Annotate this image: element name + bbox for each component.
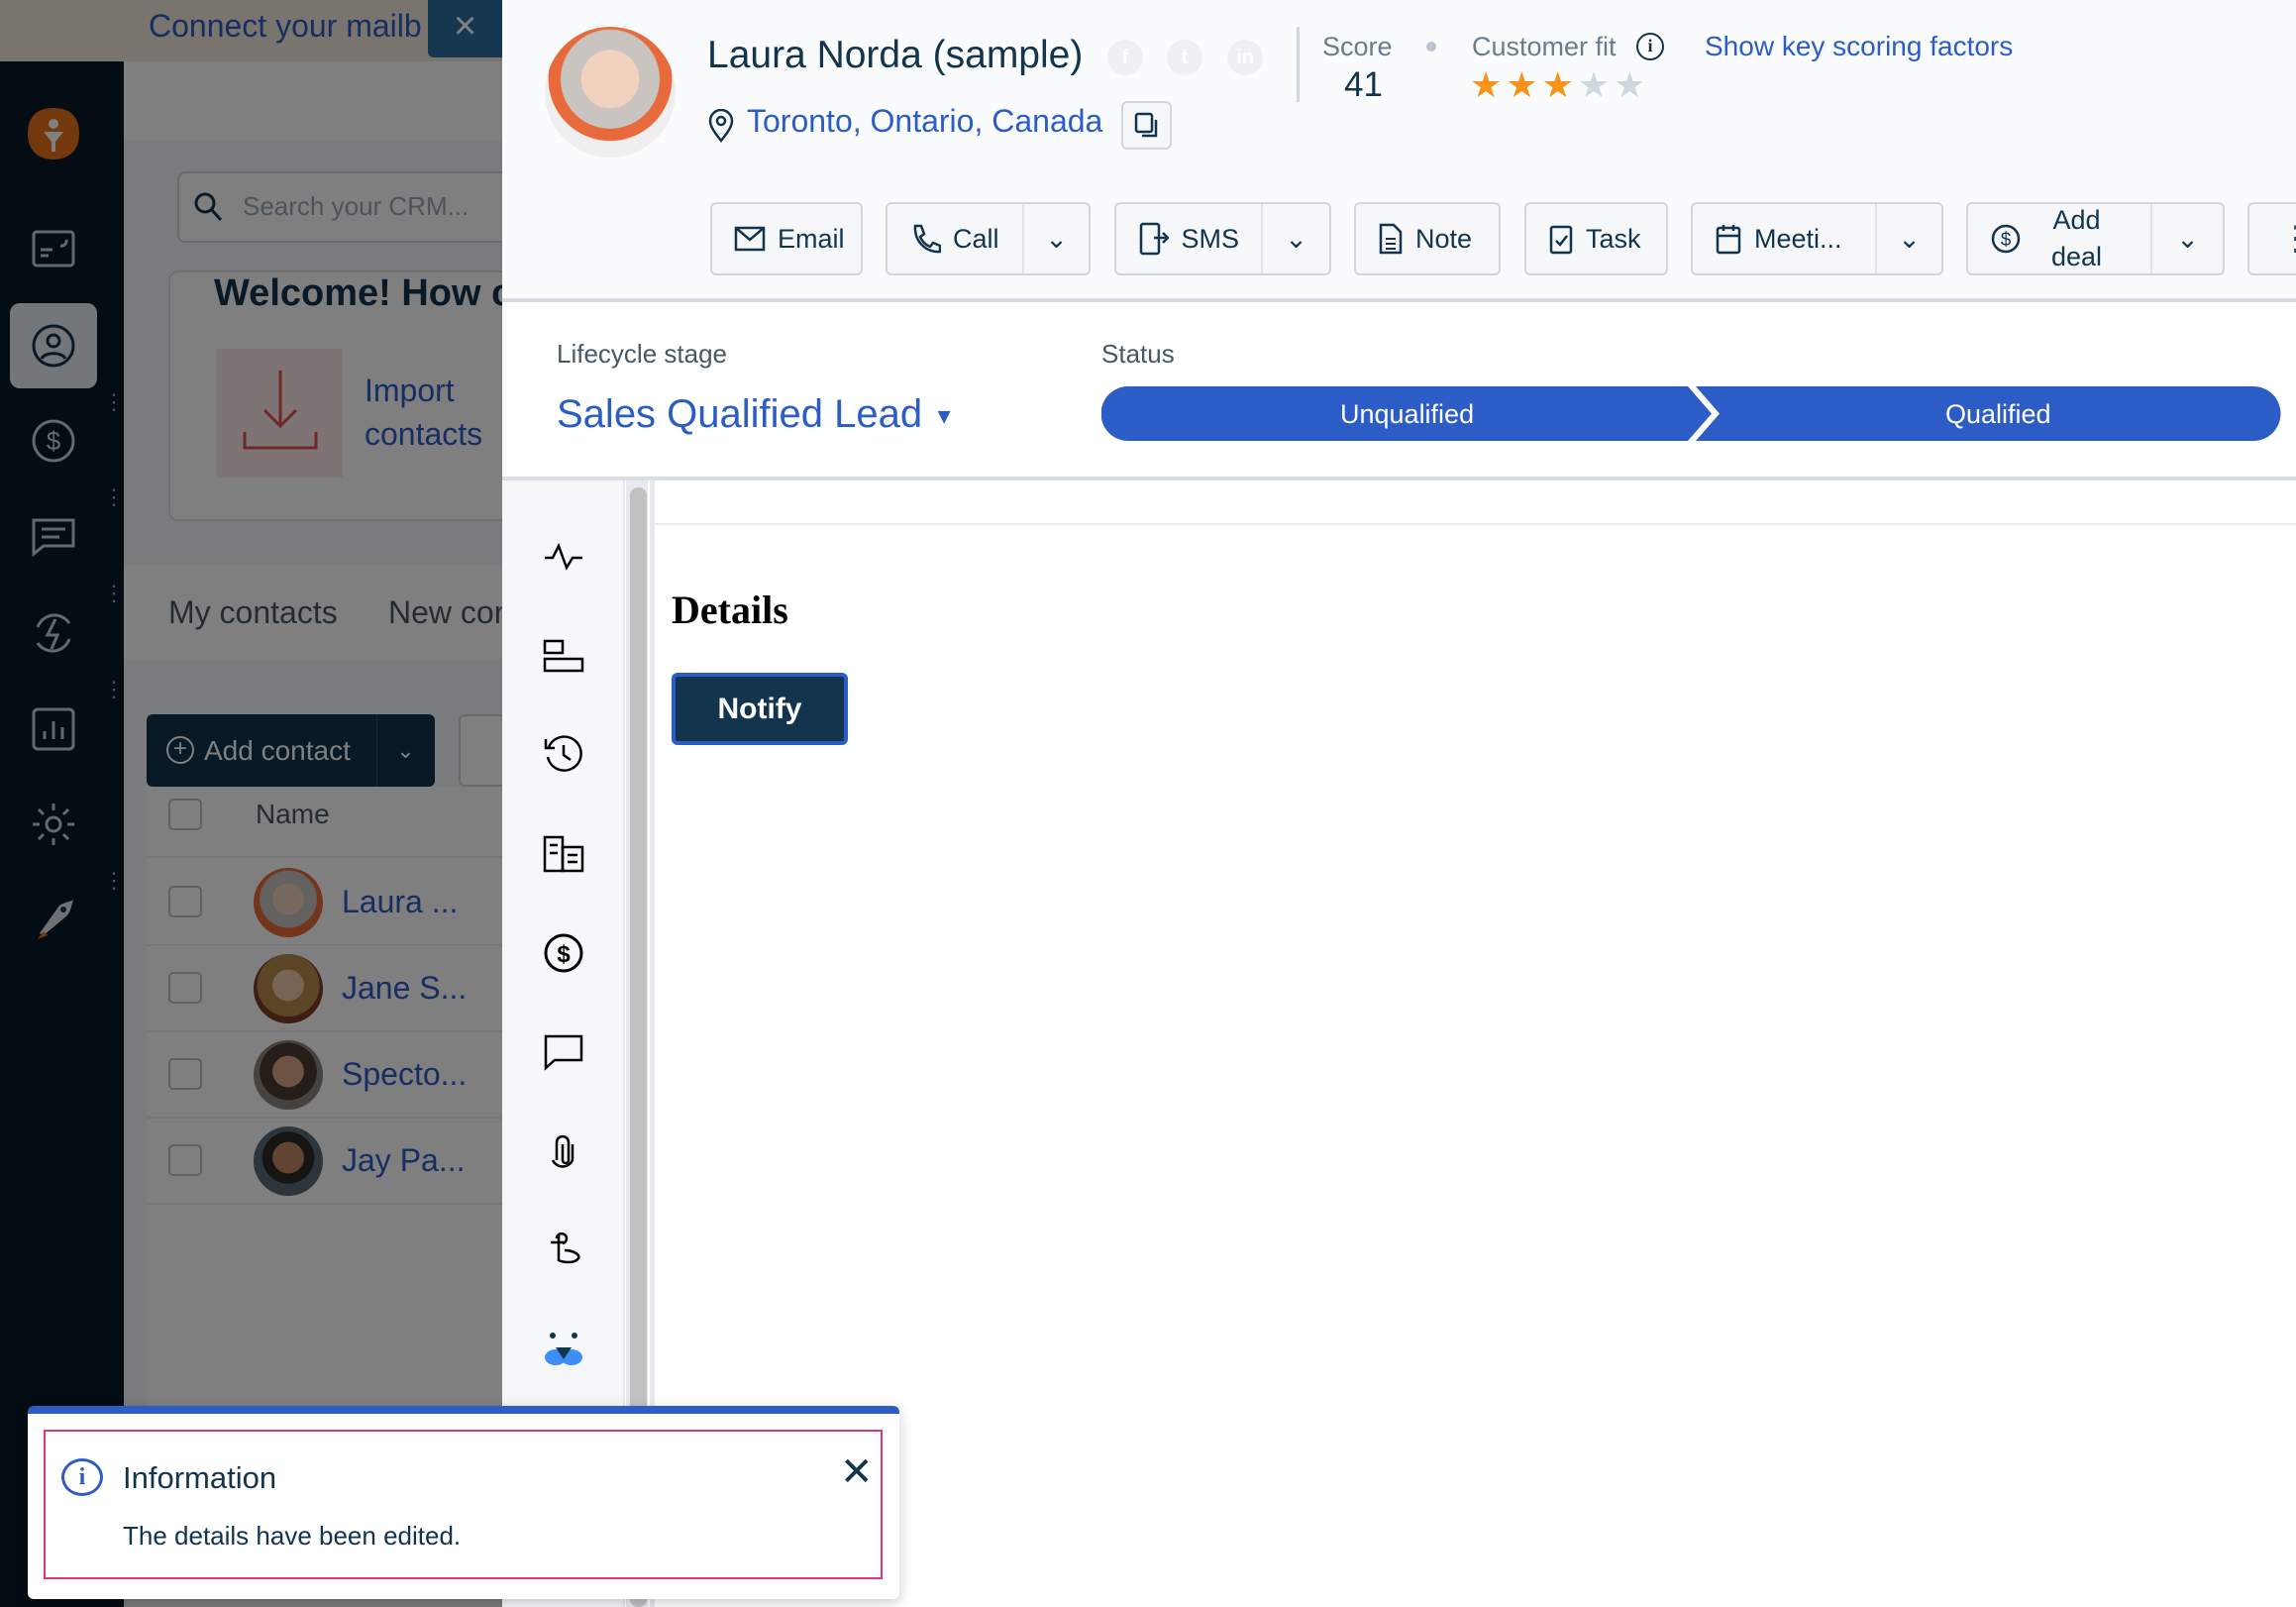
notify-button[interactable]: Notify xyxy=(672,673,848,745)
customer-fit-stars: ★ ★ ★ ★ ★ xyxy=(1470,67,1645,103)
info-icon: i xyxy=(61,1458,103,1496)
attachment-icon[interactable] xyxy=(543,1130,584,1172)
status-label: Status xyxy=(1101,339,1175,369)
sms-button[interactable]: SMS ⌄ xyxy=(1114,202,1331,275)
freddy-ai-icon[interactable] xyxy=(543,1328,584,1369)
task-button[interactable]: Task xyxy=(1524,202,1668,275)
chat-icon[interactable] xyxy=(543,1030,584,1072)
location-pin-icon xyxy=(708,109,734,143)
copy-button[interactable] xyxy=(1121,101,1172,150)
contact-name: Laura Norda (sample) xyxy=(707,34,1084,76)
score-label: Score xyxy=(1322,32,1393,61)
phone-icon xyxy=(913,224,941,254)
deals-icon[interactable]: $ xyxy=(543,932,584,974)
lifecycle-stage-dropdown[interactable]: Sales Qualified Lead ▼ xyxy=(557,392,955,437)
caret-down-icon: ▼ xyxy=(933,403,956,429)
lifecycle-stage-label: Lifecycle stage xyxy=(557,339,727,369)
customer-fit-label: Customer fit xyxy=(1472,32,1617,61)
linkedin-icon[interactable]: in xyxy=(1227,40,1263,75)
star-filled-icon: ★ xyxy=(1541,64,1574,105)
status-pipeline xyxy=(1101,386,2281,441)
star-empty-icon: ★ xyxy=(1577,64,1611,105)
note-icon xyxy=(1379,223,1403,255)
meeting-button[interactable]: Meeti... ⌄ xyxy=(1691,202,1943,275)
chevron-down-icon[interactable]: ⌄ xyxy=(1022,204,1089,273)
contact-location-link[interactable]: Toronto, Ontario, Canada xyxy=(747,103,1102,140)
email-icon xyxy=(734,226,766,252)
email-button[interactable]: Email xyxy=(710,202,863,275)
copy-icon xyxy=(1134,112,1157,137)
details-heading: Details xyxy=(672,588,788,632)
contact-avatar xyxy=(545,27,676,158)
chevron-down-icon[interactable]: ⌄ xyxy=(1261,204,1329,273)
facebook-icon[interactable]: f xyxy=(1107,40,1143,75)
show-scoring-factors-link[interactable]: Show key scoring factors xyxy=(1705,31,2013,62)
sms-icon xyxy=(1139,222,1170,256)
layout-icon[interactable] xyxy=(543,635,584,677)
chevron-down-icon[interactable]: ⌄ xyxy=(2150,204,2223,273)
touch-icon[interactable] xyxy=(543,1229,584,1270)
more-vertical-icon: ⋮ xyxy=(2279,220,2296,258)
history-icon[interactable] xyxy=(543,733,584,775)
chevron-down-icon[interactable]: ⌄ xyxy=(1875,204,1941,273)
svg-text:$: $ xyxy=(2001,230,2012,251)
svg-text:$: $ xyxy=(557,941,571,968)
note-button[interactable]: Note xyxy=(1354,202,1501,275)
star-empty-icon: ★ xyxy=(1614,64,1646,105)
add-deal-button[interactable]: $ Add deal ⌄ xyxy=(1966,202,2225,275)
score-value: 41 xyxy=(1344,65,1383,104)
more-actions-button[interactable]: ⋮ xyxy=(2247,202,2296,275)
status-qualified[interactable]: Qualified xyxy=(1945,399,2051,430)
toast-message: The details have been edited. xyxy=(123,1521,462,1551)
activity-icon[interactable] xyxy=(543,536,584,578)
info-icon[interactable]: i xyxy=(1636,33,1664,60)
toast-close-button[interactable]: ✕ xyxy=(840,1452,874,1492)
star-filled-icon: ★ xyxy=(1506,64,1538,105)
company-icon[interactable] xyxy=(543,833,584,875)
star-filled-icon: ★ xyxy=(1470,64,1503,105)
deal-icon: $ xyxy=(1991,224,2021,254)
calendar-icon xyxy=(1716,225,1741,255)
call-button[interactable]: Call ⌄ xyxy=(886,202,1091,275)
toast-title: Information xyxy=(123,1460,277,1495)
task-icon xyxy=(1549,225,1573,255)
twitter-icon[interactable]: t xyxy=(1167,40,1202,75)
status-unqualified[interactable]: Unqualified xyxy=(1340,399,1474,430)
